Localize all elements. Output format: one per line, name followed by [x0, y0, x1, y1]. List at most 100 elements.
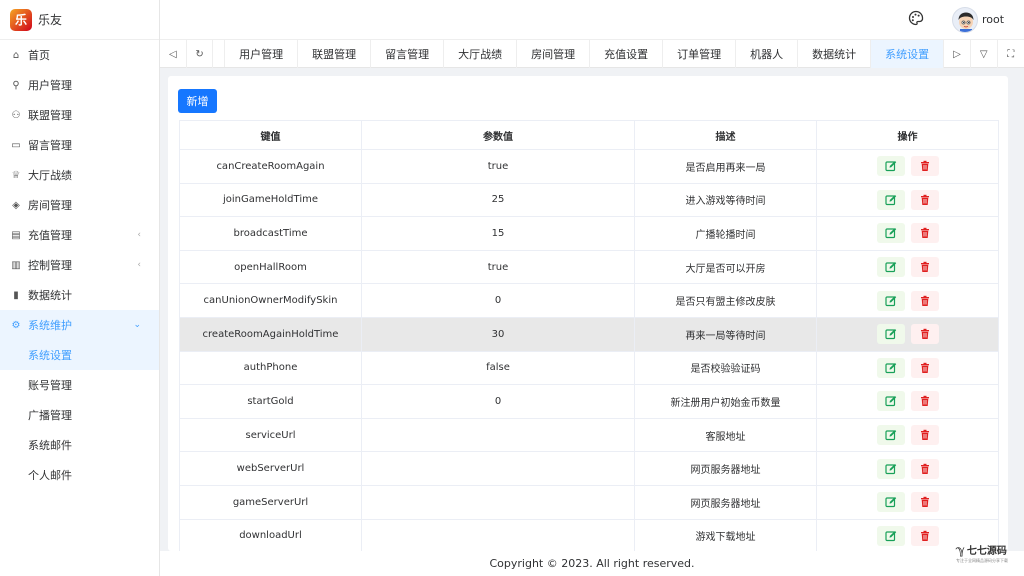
tabs-scroll-right-icon[interactable]: ▷	[944, 40, 971, 68]
cell-key: serviceUrl	[179, 417, 362, 453]
sidebar-item-control[interactable]: ▥ 控制管理 ‹	[0, 250, 159, 280]
edit-button[interactable]	[876, 257, 905, 278]
delete-button[interactable]	[910, 391, 939, 412]
cell-desc: 大厅是否可以开房	[634, 249, 817, 285]
fullscreen-icon[interactable]: ⛶	[998, 40, 1024, 68]
delete-button[interactable]	[910, 156, 939, 177]
palette-icon[interactable]	[906, 10, 926, 30]
delete-button[interactable]	[910, 425, 939, 446]
delete-button[interactable]	[910, 290, 939, 311]
table-row: downloadUrl 游戏下载地址	[179, 518, 999, 551]
delete-button[interactable]	[910, 492, 939, 513]
sidebar-item-system[interactable]: ⚙ 系统维护 ⌄	[0, 310, 159, 340]
delete-button[interactable]	[910, 357, 939, 378]
cell-key: startGold	[179, 384, 362, 419]
edit-icon	[884, 161, 896, 172]
trash-icon	[920, 161, 929, 172]
edit-button[interactable]	[876, 156, 905, 177]
room-icon: ◈	[12, 199, 20, 211]
control-icon: ▥	[11, 259, 21, 271]
watermark-subtext: 专注于全网精品源码分享下载	[956, 558, 1008, 563]
sidebar-item-statistics[interactable]: ▮ 数据统计	[0, 280, 159, 310]
tab-recharge-settings[interactable]: 充值设置	[590, 40, 664, 68]
row-actions	[817, 458, 998, 479]
delete-button[interactable]	[910, 189, 939, 210]
sidebar-item-recharge[interactable]: ▤ 充值管理 ‹	[0, 220, 159, 250]
avatar[interactable]	[952, 7, 978, 33]
cell-value	[361, 417, 635, 453]
table-body: canCreateRoomAgain true 是否启用再来一局 joinGameHo…	[179, 149, 999, 551]
sidebar-item-home[interactable]: ⌂ 首页	[0, 40, 159, 70]
table-row: openHallRoom true 大厅是否可以开房	[179, 249, 999, 285]
edit-button[interactable]	[876, 458, 905, 479]
table-header-row: 键值 参数值 描述 操作	[179, 120, 999, 150]
trash-icon	[920, 463, 929, 474]
sidebar-item-alliance[interactable]: ⚇ 联盟管理	[0, 100, 159, 130]
column-header-key: 键值	[179, 120, 362, 150]
refresh-icon[interactable]: ↻	[187, 40, 214, 68]
tab-hall-records[interactable]: 大厅战绩	[444, 40, 518, 68]
cell-actions	[816, 149, 999, 184]
delete-button[interactable]	[910, 525, 939, 546]
sidebar-subitem-personal-mail[interactable]: 个人邮件	[0, 460, 159, 490]
edit-button[interactable]	[876, 357, 905, 378]
row-actions	[817, 156, 998, 177]
delete-button[interactable]	[910, 458, 939, 479]
edit-button[interactable]	[876, 391, 905, 412]
cell-actions	[816, 283, 999, 318]
tab-system-settings[interactable]: 系统设置	[871, 40, 945, 68]
tabs-dropdown-icon[interactable]: ▽	[971, 40, 998, 68]
tab-statistics[interactable]: 数据统计	[798, 40, 872, 68]
row-actions	[817, 324, 998, 345]
edit-button[interactable]	[876, 189, 905, 210]
row-actions	[817, 357, 998, 378]
table-row: joinGameHoldTime 25 进入游戏等待时间	[179, 182, 999, 218]
edit-button[interactable]	[876, 492, 905, 513]
edit-button[interactable]	[876, 324, 905, 345]
sidebar-item-rooms[interactable]: ◈ 房间管理	[0, 190, 159, 220]
chevron-left-icon: ‹	[137, 260, 141, 270]
cell-key: joinGameHoldTime	[179, 182, 362, 218]
tab-alliance-management[interactable]: 联盟管理	[298, 40, 372, 68]
cell-desc: 进入游戏等待时间	[634, 182, 817, 218]
username[interactable]: root	[982, 13, 1004, 26]
sidebar-item-users[interactable]: ⚲ 用户管理	[0, 70, 159, 100]
tab-room-management[interactable]: 房间管理	[517, 40, 591, 68]
sidebar-item-messages[interactable]: ▭ 留言管理	[0, 130, 159, 160]
app-logo[interactable]: 乐 乐友	[0, 0, 159, 40]
edit-button[interactable]	[876, 223, 905, 244]
cell-actions	[816, 350, 999, 386]
sidebar-subitem-system-settings[interactable]: 系统设置	[0, 340, 159, 370]
delete-button[interactable]	[910, 324, 939, 345]
watermark-mark: ℽ	[956, 543, 965, 557]
delete-button[interactable]	[910, 223, 939, 244]
cell-key: authPhone	[179, 350, 362, 386]
sidebar-subitem-accounts[interactable]: 账号管理	[0, 370, 159, 400]
sidebar-subitem-system-mail[interactable]: 系统邮件	[0, 430, 159, 460]
edit-button[interactable]	[876, 290, 905, 311]
tabs-scroll-left-icon[interactable]: ◁	[160, 40, 187, 68]
add-button[interactable]: 新增	[178, 89, 217, 113]
edit-button[interactable]	[876, 525, 905, 546]
sidebar-item-label: 房间管理	[28, 199, 72, 212]
sidebar-item-label: 大厅战绩	[28, 169, 72, 182]
table-row: canUnionOwnerModifySkin 0 是否只有盟主修改皮肤	[179, 283, 999, 318]
cell-desc: 是否启用再来一局	[634, 149, 817, 184]
tab-order-management[interactable]: 订单管理	[663, 40, 737, 68]
cell-value: true	[361, 149, 635, 184]
edit-icon	[884, 329, 896, 340]
tab-message-management[interactable]: 留言管理	[371, 40, 445, 68]
sidebar-item-hall-records[interactable]: ♕ 大厅战绩	[0, 160, 159, 190]
sidebar-subitem-broadcast[interactable]: 广播管理	[0, 400, 159, 430]
tab-user-management[interactable]: 用户管理	[225, 40, 299, 68]
edit-button[interactable]	[876, 425, 905, 446]
trash-icon	[920, 228, 929, 239]
tab-robots[interactable]: 机器人	[736, 40, 799, 68]
user-icon: ⚲	[12, 79, 20, 91]
trash-icon	[920, 295, 929, 306]
sidebar-item-label: 充值管理	[28, 229, 72, 242]
cell-actions	[816, 216, 999, 251]
cell-value: 0	[361, 283, 635, 318]
top-header: root	[160, 0, 1024, 40]
delete-button[interactable]	[910, 257, 939, 278]
